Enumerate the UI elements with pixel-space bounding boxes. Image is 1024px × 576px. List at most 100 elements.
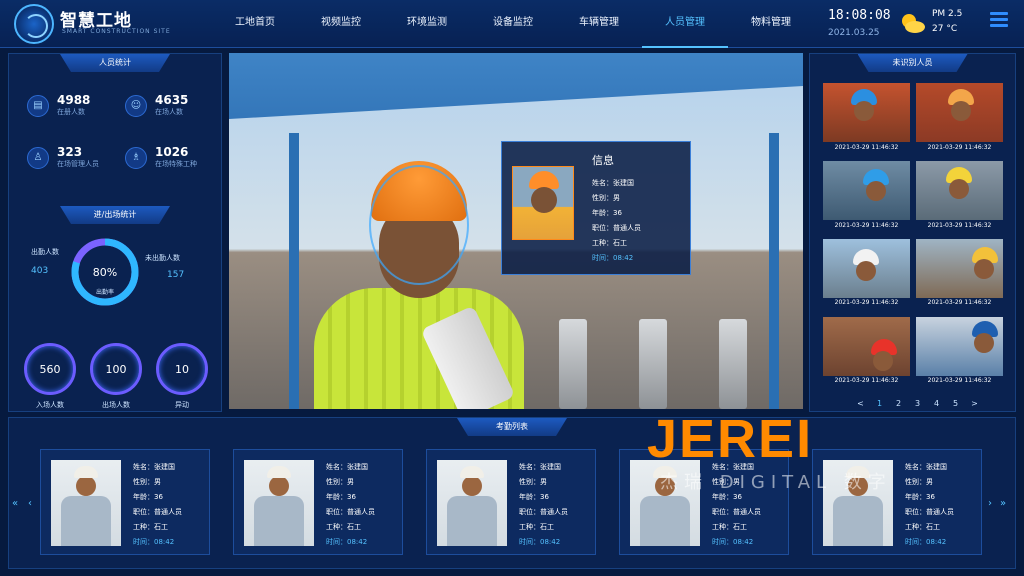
partly-cloudy-icon xyxy=(902,14,925,33)
double-left-arrow-icon[interactable]: « xyxy=(12,498,18,509)
info-role: 职位：普通人员 xyxy=(592,224,641,232)
attendance-card[interactable]: 姓名：张建国 性别：男 年龄：36 职位：普通人员 工种：石工 时间：08:42 xyxy=(40,449,210,555)
unknown-thumb[interactable] xyxy=(916,317,1003,376)
card-role: 职位：普通人员 xyxy=(326,508,375,516)
nav-vehicles[interactable]: 车辆管理 xyxy=(556,0,642,48)
info-name: 姓名：张建国 xyxy=(592,179,634,187)
page-prev[interactable]: < xyxy=(851,399,870,408)
card-role: 职位：普通人员 xyxy=(905,508,954,516)
unknown-thumb[interactable] xyxy=(916,161,1003,220)
stat-managers: ♙ 323 在场管理人员 xyxy=(27,146,99,169)
turnstile xyxy=(719,319,747,409)
logo-icon xyxy=(14,4,54,44)
thumb-time: 2021-03-29 11:46:32 xyxy=(834,377,899,384)
worker-photo xyxy=(437,460,507,546)
attendance-title: 进/出场统计 xyxy=(60,206,170,224)
thumb-time: 2021-03-29 11:46:32 xyxy=(834,144,899,151)
live-camera-feed[interactable]: 信息 姓名：张建国 性别：男 年龄：36 职位：普通人员 工种：石工 时间：08… xyxy=(229,53,803,409)
left-panel: 人员统计 ▤ 4988 在册人数 ☺ 4635 在场人数 ♙ 323 在场管理人… xyxy=(8,53,222,412)
attendance-rate-label: 出勤率 xyxy=(95,289,114,296)
thumb-time: 2021-03-29 11:46:32 xyxy=(834,299,899,306)
clock: 18:08:08 xyxy=(828,8,891,23)
attendance-card[interactable]: 姓名：张建国 性别：男 年龄：36 职位：普通人员 工种：石工 时间：08:42 xyxy=(233,449,403,555)
thumb-time: 2021-03-29 11:46:32 xyxy=(927,299,992,306)
unknown-thumb[interactable] xyxy=(823,317,910,376)
attendance-card[interactable]: 姓名：张建国 性别：男 年龄：36 职位：普通人员 工种：石工 时间：08:42 xyxy=(426,449,596,555)
worker-photo xyxy=(51,460,121,546)
unknown-thumb[interactable] xyxy=(823,239,910,298)
card-type: 工种：石工 xyxy=(905,523,940,531)
nav-environment[interactable]: 环境监测 xyxy=(384,0,470,48)
card-age: 年龄：36 xyxy=(519,493,549,501)
nav-home[interactable]: 工地首页 xyxy=(212,0,298,48)
page-4[interactable]: 4 xyxy=(927,399,946,408)
double-right-arrow-icon[interactable]: » xyxy=(1000,498,1006,509)
card-role: 职位：普通人员 xyxy=(133,508,182,516)
face-detection-frame xyxy=(369,165,469,285)
turnstile xyxy=(639,319,667,409)
card-type: 工种：石工 xyxy=(519,523,554,531)
card-time: 时间：08:42 xyxy=(905,538,947,546)
page-1[interactable]: 1 xyxy=(870,399,889,408)
card-name: 姓名：张建国 xyxy=(133,463,175,471)
unknown-thumb[interactable] xyxy=(916,83,1003,142)
info-time: 时间：08:42 xyxy=(592,254,634,262)
date: 2021.03.25 xyxy=(828,28,880,38)
nav-materials[interactable]: 物料管理 xyxy=(728,0,814,48)
page-next[interactable]: > xyxy=(965,399,984,408)
absent-value: 157 xyxy=(167,270,185,280)
recognition-info-card: 信息 姓名：张建国 性别：男 年龄：36 职位：普通人员 工种：石工 时间：08… xyxy=(501,141,691,275)
card-time: 时间：08:42 xyxy=(326,538,368,546)
main-nav: 工地首页 视频监控 环境监测 设备监控 车辆管理 人员管理 物料管理 xyxy=(212,0,814,48)
nav-personnel[interactable]: 人员管理 xyxy=(642,0,728,48)
scene-post xyxy=(769,133,779,409)
worker-icon: ♗ xyxy=(125,146,147,169)
scene-post xyxy=(289,133,299,409)
info-age: 年龄：36 xyxy=(592,209,622,217)
people-stats-title: 人员统计 xyxy=(60,54,170,72)
attendance-list-title: 考勤列表 xyxy=(457,418,567,436)
card-time: 时间：08:42 xyxy=(519,538,561,546)
absent-label: 未出勤人数 xyxy=(145,254,180,262)
menu-icon[interactable] xyxy=(990,12,1008,28)
page-2[interactable]: 2 xyxy=(889,399,908,408)
anomaly-label: 异动 xyxy=(175,401,189,409)
present-label: 出勤人数 xyxy=(31,248,59,256)
stat-value: 1026 xyxy=(155,145,189,159)
info-title: 信息 xyxy=(592,154,614,167)
right-arrow-icon[interactable]: › xyxy=(988,498,992,509)
thumb-time: 2021-03-29 11:46:32 xyxy=(834,222,899,229)
nav-equipment[interactable]: 设备监控 xyxy=(470,0,556,48)
info-gender: 性别：男 xyxy=(592,194,620,202)
card-name: 姓名：张建国 xyxy=(905,463,947,471)
card-gender: 性别：男 xyxy=(133,478,161,486)
left-arrow-icon[interactable]: ‹ xyxy=(28,498,32,509)
unknown-thumb[interactable] xyxy=(823,161,910,220)
card-type: 工种：石工 xyxy=(712,523,747,531)
nav-video[interactable]: 视频监控 xyxy=(298,0,384,48)
attendance-card[interactable]: 姓名：张建国 性别：男 年龄：36 职位：普通人员 工种：石工 时间：08:42 xyxy=(812,449,982,555)
page-5[interactable]: 5 xyxy=(946,399,965,408)
worker-photo xyxy=(244,460,314,546)
thumb-time: 2021-03-29 11:46:32 xyxy=(927,377,992,384)
watermark-subtitle: 杰瑞 DIGITAL 数字 xyxy=(660,472,892,493)
entered-circle: 560 xyxy=(24,343,76,395)
stat-label: 在场管理人员 xyxy=(57,160,99,168)
card-name: 姓名：张建国 xyxy=(326,463,368,471)
page-3[interactable]: 3 xyxy=(908,399,927,408)
stat-value: 4988 xyxy=(57,93,91,107)
present-value: 403 xyxy=(31,266,49,276)
card-gender: 性别：男 xyxy=(519,478,547,486)
unknown-title: 未识别人员 xyxy=(857,54,968,72)
unknown-thumb[interactable] xyxy=(916,239,1003,298)
stat-registered: ▤ 4988 在册人数 xyxy=(27,94,90,117)
recognized-photo xyxy=(512,166,574,240)
app-subtitle: SMART CONSTRUCTION SITE xyxy=(62,28,171,35)
manager-icon: ♙ xyxy=(27,146,49,169)
card-time: 时间：08:42 xyxy=(712,538,754,546)
unknown-thumb[interactable] xyxy=(823,83,910,142)
watermark-logo: JEREI xyxy=(647,409,814,469)
card-age: 年龄：36 xyxy=(905,493,935,501)
card-time: 时间：08:42 xyxy=(133,538,175,546)
info-type: 工种：石工 xyxy=(592,239,627,247)
